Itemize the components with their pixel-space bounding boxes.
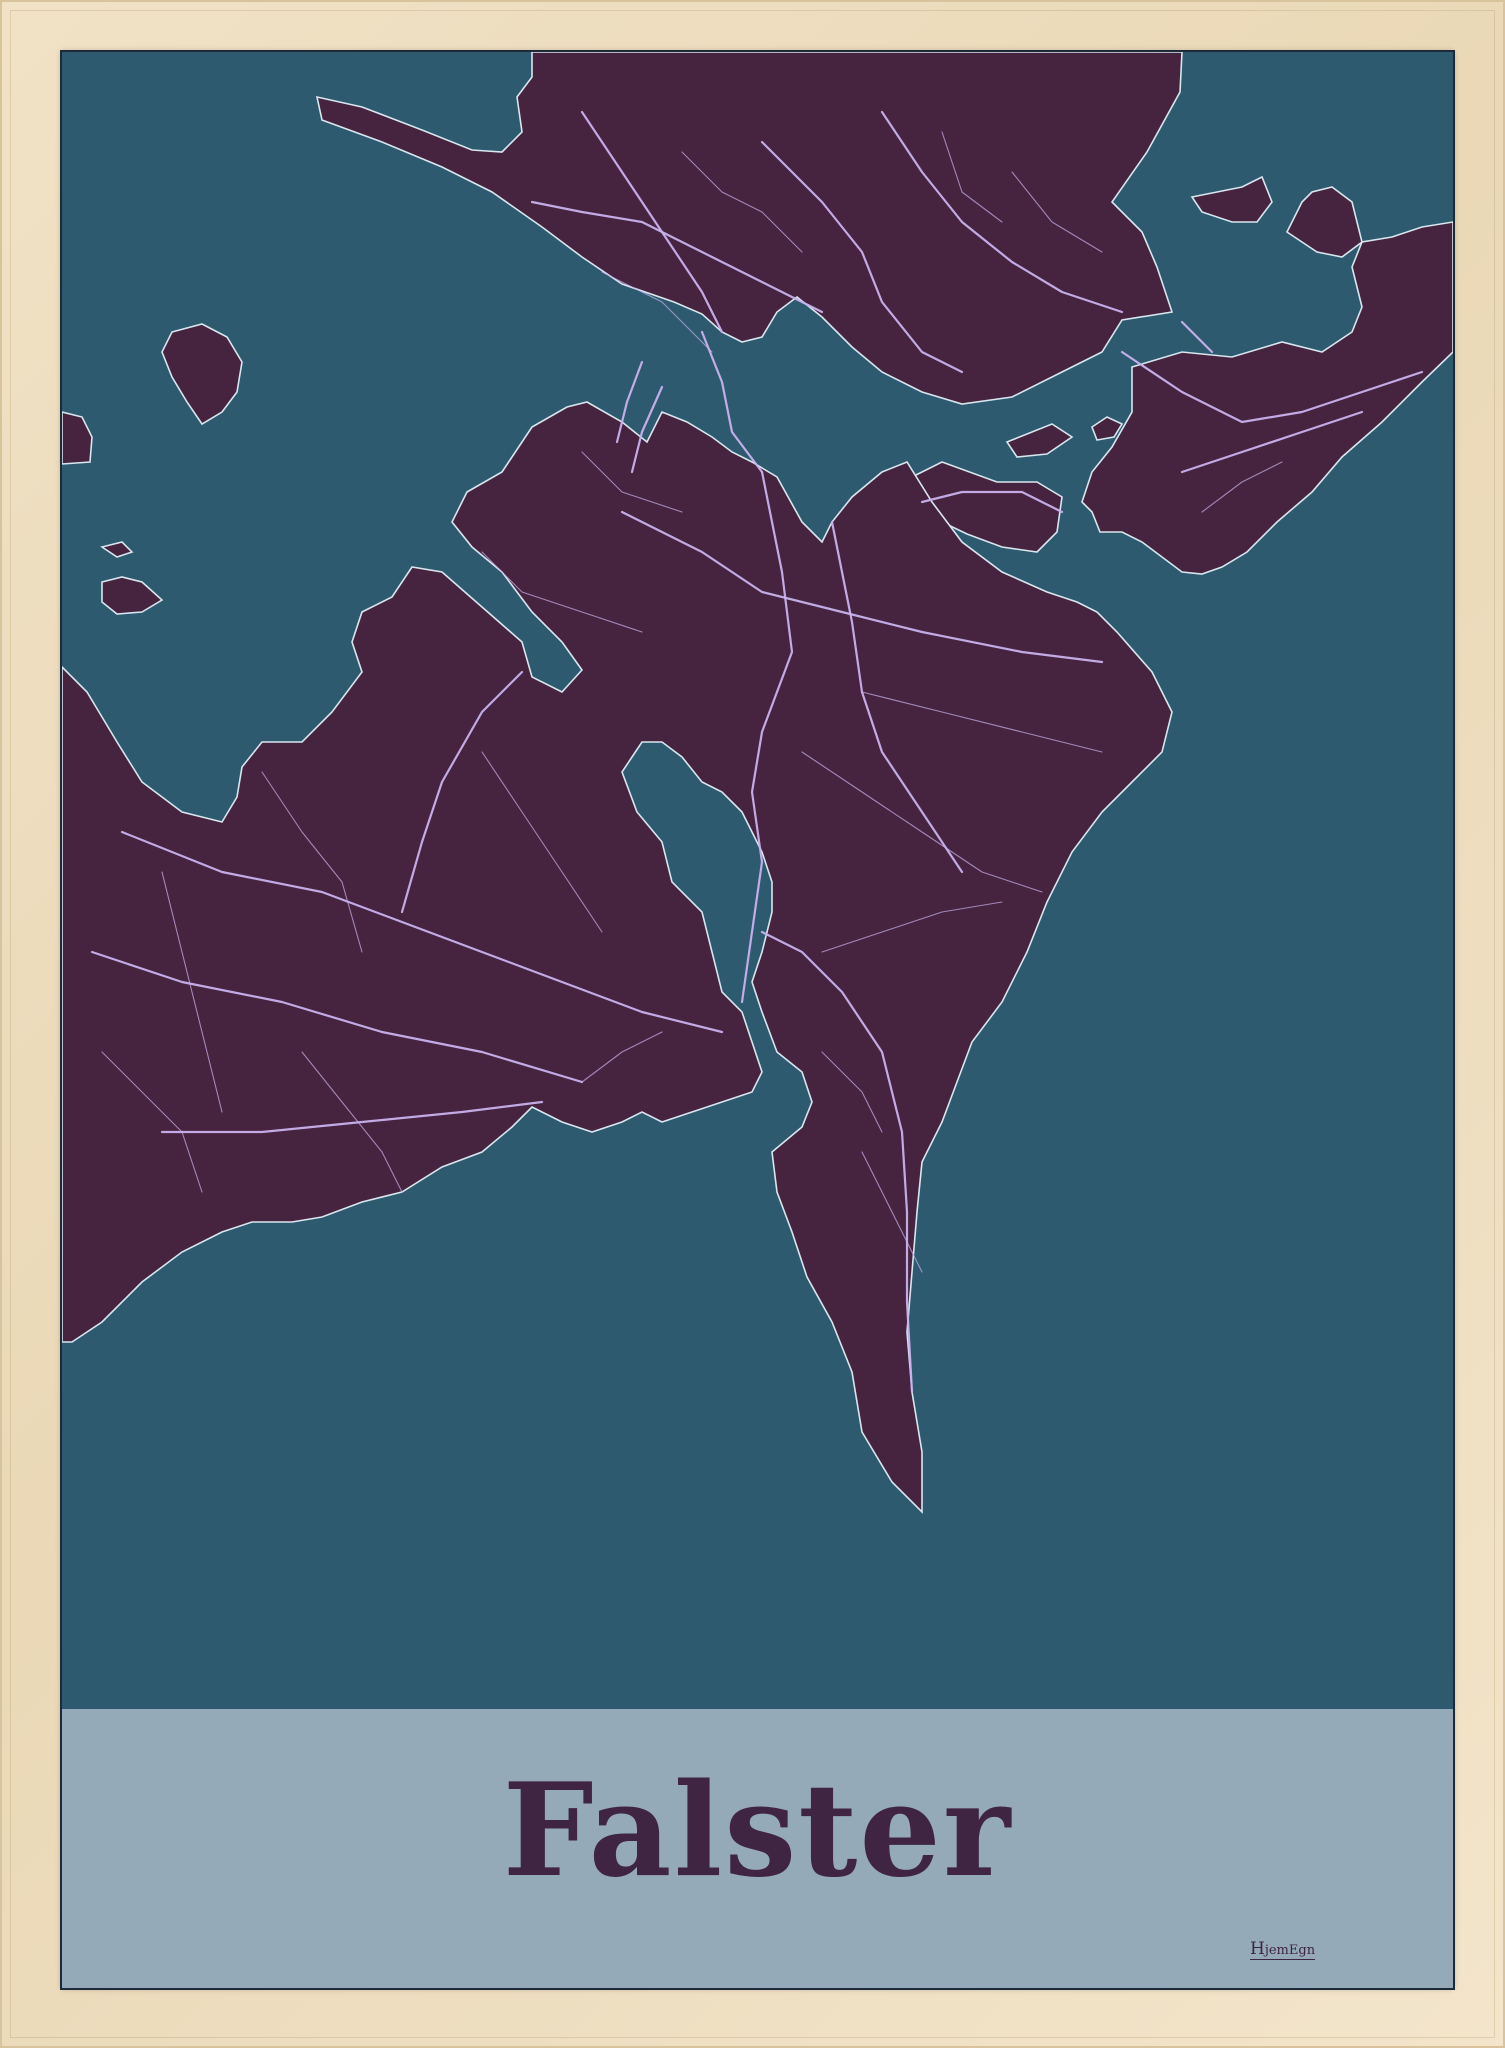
- brand-logo-rest: jemEgn: [1264, 1943, 1316, 1958]
- poster-title: Falster: [502, 1756, 1013, 1906]
- map-area: [62, 52, 1453, 1709]
- brand-logo-initial: H: [1250, 1939, 1265, 1959]
- road-network: [90, 110, 1424, 1394]
- land-islet-nw: [161, 323, 243, 426]
- land-masses: [62, 52, 1453, 1514]
- wooden-frame: Falster HjemEgn: [0, 0, 1505, 2048]
- title-band: Falster HjemEgn: [62, 1709, 1453, 1988]
- land-islet-west-2: [101, 576, 164, 615]
- land-bogo: [910, 461, 1063, 553]
- water-background: [62, 52, 1453, 1709]
- land-islet-west-1: [62, 411, 93, 465]
- land-nyord: [1190, 175, 1273, 223]
- land-falster-lolland: [62, 401, 1173, 1514]
- bridges: [615, 320, 1214, 474]
- brand-logo: HjemEgn: [1250, 1939, 1316, 1960]
- land-mon-tip: [1285, 186, 1363, 258]
- map-poster: Falster HjemEgn: [62, 52, 1453, 1988]
- land-islet-mid: [1005, 423, 1074, 458]
- land-islet-strip: [1091, 416, 1124, 441]
- land-islet-west-3: [100, 541, 134, 558]
- land-north: [315, 52, 1183, 405]
- land-mon: [1081, 221, 1453, 575]
